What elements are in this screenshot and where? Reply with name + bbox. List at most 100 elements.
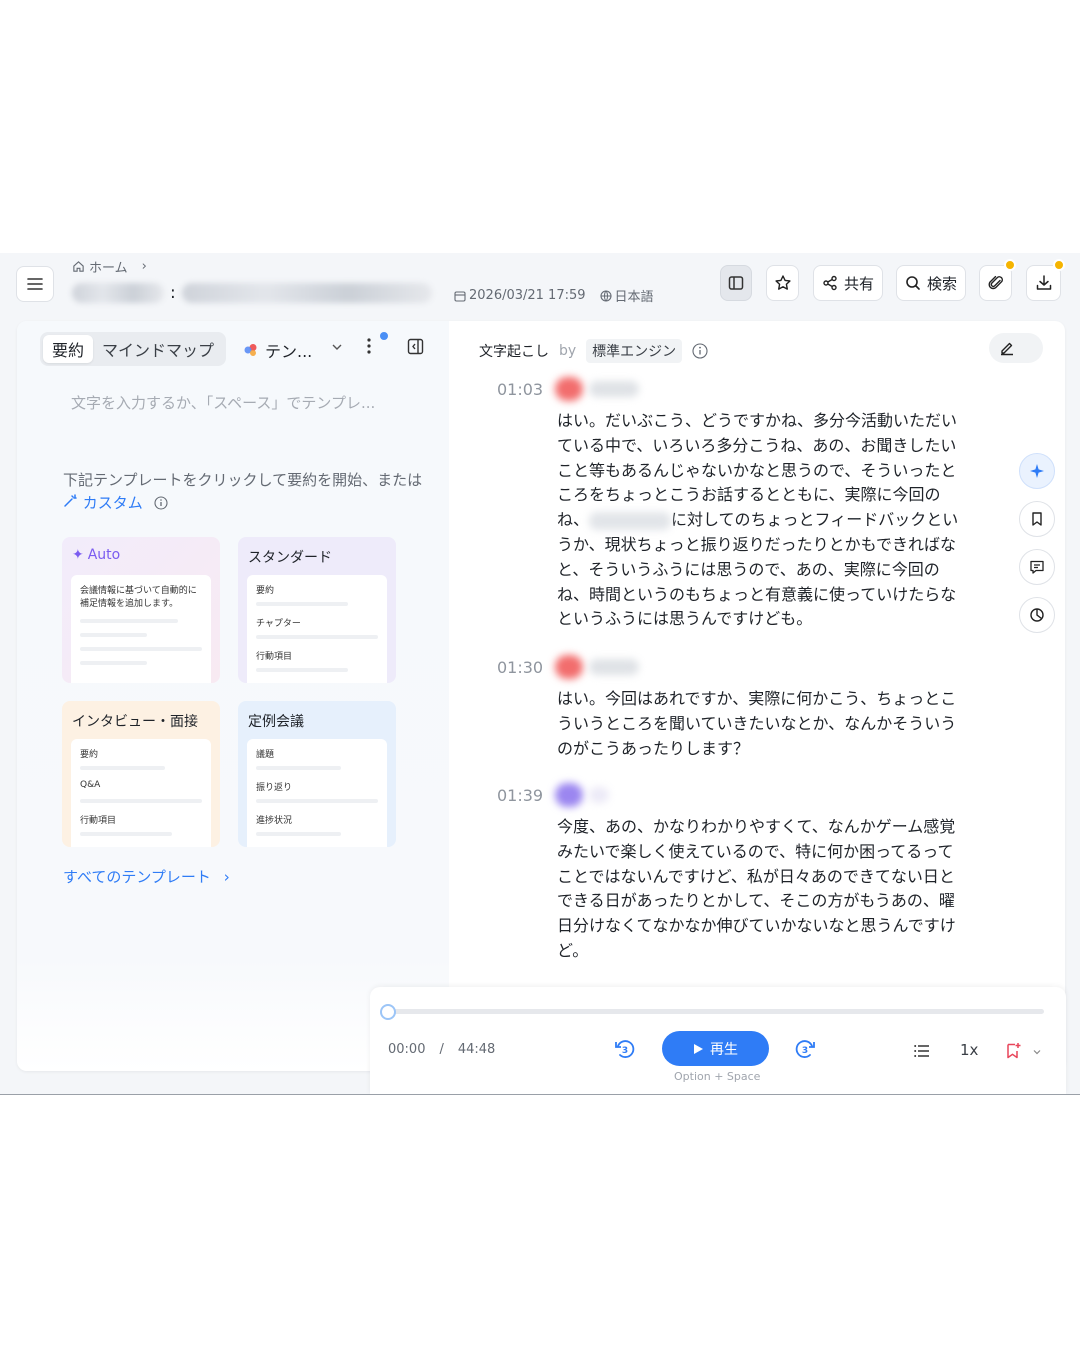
segment-text[interactable]: はい。今回はあれですか、実際に何かこう、ちょっとこういうところを聞いていきたいな… <box>557 687 967 761</box>
transcript-panel: 文字起こし by 標準エンジン 01:03 はい。だいぶこう、どうですかね、多分… <box>449 321 1065 1071</box>
engine-select[interactable]: 標準エンジン <box>586 339 683 363</box>
record-language[interactable]: 日本語 <box>615 286 654 305</box>
timestamp[interactable]: 01:30 <box>497 658 545 677</box>
audio-player: 00:00 / 44:48 3 再生 Option + Space 3 1x <box>370 987 1066 1094</box>
avatar <box>555 783 583 807</box>
card-line: 補足情報を追加します。 <box>80 599 179 609</box>
template-color-icon <box>244 344 257 356</box>
comment-icon <box>1030 560 1044 574</box>
segment-text[interactable]: はい。だいぶこう、どうですかね、多分今活動いただいている中で、いろいろ多分こうね… <box>557 409 967 632</box>
forward-icon: 3 <box>795 1040 815 1058</box>
speaker-name[interactable] <box>589 659 639 675</box>
progress-handle[interactable] <box>380 1004 396 1020</box>
download-icon <box>1036 275 1051 290</box>
engine-by: by <box>559 343 577 359</box>
template-card-interview[interactable]: インタビュー・面接 要約 Q&A 行動項目 <box>62 701 220 847</box>
sparkle-icon: ✦ <box>72 547 84 563</box>
progress-track[interactable] <box>388 1009 1044 1014</box>
collapse-panel-icon[interactable] <box>407 338 424 355</box>
bookmark-icon <box>1032 512 1042 526</box>
comment-button[interactable] <box>1019 549 1055 585</box>
hint-text: 下記テンプレートをクリックして要約を開始、または <box>63 471 423 489</box>
timestamp[interactable]: 01:03 <box>497 380 545 399</box>
skip-back-seconds: 3 <box>622 1046 628 1056</box>
favorite-button[interactable] <box>766 265 799 301</box>
share-icon <box>823 275 837 291</box>
card-line: 会議情報に基づいて自動的に <box>80 586 197 596</box>
info-icon[interactable] <box>692 343 708 359</box>
premium-badge <box>1053 259 1065 271</box>
play-label: 再生 <box>710 1041 738 1058</box>
paperclip-icon <box>988 275 1003 290</box>
segment-header: 01:30 <box>497 655 639 679</box>
card-title: スタンダード <box>248 550 332 566</box>
template-hint: 下記テンプレートをクリックして要約を開始、または カスタム <box>63 469 423 515</box>
notification-dot <box>380 332 388 340</box>
stats-button[interactable] <box>1019 597 1055 633</box>
speaker-name[interactable] <box>589 381 639 397</box>
redacted-text <box>589 511 672 530</box>
rewind-icon: 3 <box>615 1040 635 1058</box>
tab-mindmap[interactable]: マインドマップ <box>93 335 223 363</box>
edit-button[interactable] <box>989 333 1043 363</box>
card-item: 要約 <box>80 750 99 760</box>
skip-forward-button[interactable]: 3 <box>793 1037 817 1065</box>
tab-summary[interactable]: 要約 <box>43 335 94 363</box>
main-panel: 要約 マインドマップ テン... 文字を入力するか、「スペース」でテンプレ...… <box>17 321 1065 1071</box>
search-button[interactable]: 検索 <box>896 265 966 301</box>
template-label: テン... <box>265 342 313 361</box>
segment-text[interactable]: 今度、あの、かなりわかりやすくて、なんかゲーム感覚みたいで楽しく使えているので、… <box>557 815 967 964</box>
skip-forward-seconds: 3 <box>802 1046 808 1056</box>
avatar <box>555 655 583 679</box>
breadcrumb-home[interactable]: ホーム <box>89 257 128 276</box>
card-title: インタビュー・面接 <box>72 714 198 730</box>
transcript-header: 文字起こし by 標準エンジン <box>479 339 708 363</box>
summary-input[interactable]: 文字を入力するか、「スペース」でテンプレ... <box>71 392 375 413</box>
play-button[interactable]: 再生 <box>662 1031 769 1066</box>
total-time: 44:48 <box>457 1042 496 1057</box>
speaker-name[interactable] <box>589 787 609 803</box>
bookmark-add-icon[interactable] <box>1004 1042 1022 1060</box>
chevron-down-icon[interactable] <box>1032 1047 1042 1057</box>
all-templates-link[interactable]: すべてのテンプレート › <box>63 866 230 887</box>
speed-button[interactable]: 1x <box>960 1041 978 1059</box>
template-card-auto[interactable]: ✦ Auto 会議情報に基づいて自動的に 補足情報を追加します。 <box>62 537 220 683</box>
info-icon[interactable] <box>154 496 168 510</box>
segment-header: 01:39 <box>497 783 609 807</box>
magic-wand-icon <box>64 494 77 507</box>
card-preview: 要約 Q&A 行動項目 <box>71 739 211 847</box>
search-icon <box>906 276 920 290</box>
record-title[interactable]: : <box>72 283 432 303</box>
play-icon <box>694 1043 703 1054</box>
bookmark-button[interactable] <box>1019 501 1055 537</box>
more-icon[interactable] <box>365 337 373 355</box>
share-button[interactable]: 共有 <box>813 265 883 301</box>
attach-button[interactable] <box>979 259 1016 301</box>
custom-label: カスタム <box>82 494 143 512</box>
share-label: 共有 <box>843 274 874 293</box>
card-preview: 会議情報に基づいて自動的に 補足情報を追加します。 <box>71 575 211 683</box>
template-select[interactable]: テン... <box>243 338 312 362</box>
custom-template-link[interactable]: カスタム <box>63 494 148 512</box>
download-button[interactable] <box>1026 259 1065 301</box>
current-time: 00:00 <box>388 1042 426 1057</box>
breadcrumb: ホーム › <box>72 257 147 276</box>
template-card-standard[interactable]: スタンダード 要約 チャプター 行動項目 <box>238 537 396 683</box>
card-item: 行動項目 <box>256 652 293 662</box>
calendar-icon <box>454 290 466 302</box>
chevron-down-icon[interactable] <box>331 341 343 353</box>
avatar <box>555 377 583 401</box>
transcript-title: 文字起こし <box>479 344 549 360</box>
skip-back-button[interactable]: 3 <box>613 1037 637 1065</box>
list-icon[interactable] <box>914 1044 930 1058</box>
app-window: ホーム › : 2026/03/21 17:59 日本語 共有 検索 要約 マイ… <box>0 253 1080 1095</box>
timestamp[interactable]: 01:39 <box>497 786 545 805</box>
ai-assist-button[interactable] <box>1019 453 1055 489</box>
panel-toggle-button[interactable] <box>720 265 752 301</box>
template-card-regular-meeting[interactable]: 定例会議 議題 振り返り 進捗状況 <box>238 701 396 847</box>
menu-button[interactable] <box>16 266 54 302</box>
record-date: 2026/03/21 17:59 <box>469 288 586 303</box>
search-label: 検索 <box>926 274 957 293</box>
segment-header: 01:03 <box>497 377 639 401</box>
globe-icon <box>599 289 612 302</box>
